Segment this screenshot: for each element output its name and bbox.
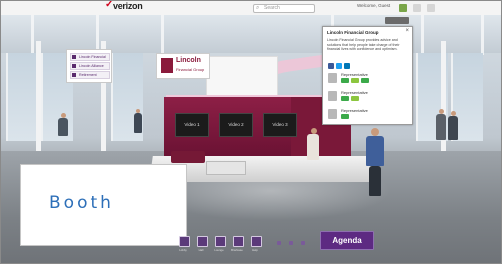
booth-label-box: Booth <box>20 164 187 246</box>
panel-title: Lincoln Financial Group <box>327 30 379 35</box>
email-icon[interactable] <box>361 78 369 83</box>
search-placeholder: Search <box>264 5 280 11</box>
user-greeting: Welcome, Guest <box>357 3 391 8</box>
briefcase-icon[interactable] <box>233 236 244 247</box>
ceiling-beam <box>161 15 164 55</box>
poster-label: Retirement <box>79 73 97 77</box>
logo-mark-icon <box>161 58 173 73</box>
ceiling-beam <box>481 15 484 55</box>
hall-window <box>6 53 38 141</box>
chat-icon[interactable] <box>341 114 349 119</box>
nav-dot-icon[interactable] <box>301 241 305 245</box>
help-icon[interactable] <box>251 236 262 247</box>
company-subtitle: Financial Group <box>176 67 205 72</box>
poster-stand[interactable]: Lincoln Financial Lincoln Alliance Retir… <box>66 49 112 83</box>
ceiling-beam <box>421 15 424 55</box>
rep-row[interactable]: Representative <box>328 107 406 123</box>
rep-avatar <box>328 109 337 119</box>
settings-icon[interactable] <box>413 4 421 12</box>
booth-info-panel: Lincoln Financial Group × Lincoln Financ… <box>322 26 413 125</box>
visitor-avatar <box>448 116 458 140</box>
rep-name: Representative <box>341 108 368 113</box>
search-input[interactable]: ⌕ Search <box>253 4 315 13</box>
chat-icon[interactable] <box>341 96 349 101</box>
rep-name: Representative <box>341 90 368 95</box>
search-icon: ⌕ <box>256 5 260 11</box>
booth-counter[interactable] <box>206 161 246 175</box>
poster-item[interactable]: Lincoln Financial <box>70 53 110 61</box>
menu-icon[interactable] <box>427 4 435 12</box>
poster-item[interactable]: Lincoln Alliance <box>70 62 110 70</box>
brand-name: verizon <box>113 1 143 11</box>
virtual-expo-scene: ✓ verizon ⌕ Search Welcome, Guest Lincoln… <box>0 0 502 264</box>
rep-row[interactable]: Representative <box>328 89 406 105</box>
toolbar-caption: Lobby <box>179 248 187 252</box>
panel-description: Lincoln Financial Group provides advice … <box>327 38 400 52</box>
poster-icon <box>72 73 76 77</box>
lounge-icon[interactable] <box>215 236 226 247</box>
booth-sofa <box>171 151 205 163</box>
video-screen[interactable]: Video 3 <box>263 113 297 137</box>
brand-logo[interactable]: ✓ verizon <box>105 1 143 11</box>
company-name: Lincoln <box>176 57 201 64</box>
hall-icon[interactable] <box>197 236 208 247</box>
poster-icon <box>72 64 76 68</box>
linkedin-icon[interactable] <box>344 63 350 69</box>
chat-icon[interactable] <box>341 78 349 83</box>
hall-pillar <box>441 41 446 161</box>
visitor-avatar <box>369 166 381 196</box>
panel-toggle-button[interactable] <box>385 17 409 24</box>
ceiling-beam <box>31 15 34 55</box>
video-screen[interactable]: Video 1 <box>175 113 209 137</box>
hall-pillar <box>36 41 41 161</box>
poster-label: Lincoln Alliance <box>79 64 104 68</box>
toolbar-caption: Hall <box>198 248 204 252</box>
visitor-avatar <box>134 113 142 133</box>
poster-label: Lincoln Financial <box>79 55 106 59</box>
video-screen[interactable]: Video 2 <box>219 113 253 137</box>
visitor-avatar <box>436 114 446 140</box>
visitor-avatar <box>366 136 384 166</box>
visitor-avatar <box>58 118 68 136</box>
poster-icon <box>72 55 76 59</box>
twitter-icon[interactable] <box>336 63 342 69</box>
visitor-avatar <box>371 128 379 136</box>
toolbar-caption: Lounge <box>214 248 224 252</box>
nav-dot-icon[interactable] <box>277 241 281 245</box>
booth-rep-avatar[interactable] <box>307 134 319 160</box>
screen-label: Video 2 <box>228 122 244 127</box>
lobby-icon[interactable] <box>179 236 190 247</box>
poster-item[interactable]: Retirement <box>70 71 110 79</box>
screen-label: Video 3 <box>272 122 288 127</box>
checkmark-icon: ✓ <box>105 0 114 10</box>
profile-icon[interactable] <box>399 4 407 12</box>
rep-avatar <box>328 91 337 101</box>
nav-dot-icon[interactable] <box>289 241 293 245</box>
video-icon[interactable] <box>351 78 359 83</box>
company-logo[interactable]: Lincoln Financial Group <box>156 53 210 79</box>
toolbar-caption: Help <box>252 248 258 252</box>
agenda-button[interactable]: Agenda <box>320 231 374 250</box>
hall-ceiling <box>1 15 501 53</box>
top-bar: ✓ verizon ⌕ Search Welcome, Guest <box>1 1 501 16</box>
rep-avatar <box>328 73 337 83</box>
facebook-icon[interactable] <box>328 63 334 69</box>
rep-row[interactable]: Representative <box>328 71 406 87</box>
video-icon[interactable] <box>351 96 359 101</box>
booth-label: Booth <box>49 193 114 213</box>
rep-name: Representative <box>341 72 368 77</box>
close-icon[interactable]: × <box>405 28 409 34</box>
toolbar-caption: Briefcase <box>231 248 243 252</box>
screen-label: Video 1 <box>184 122 200 127</box>
